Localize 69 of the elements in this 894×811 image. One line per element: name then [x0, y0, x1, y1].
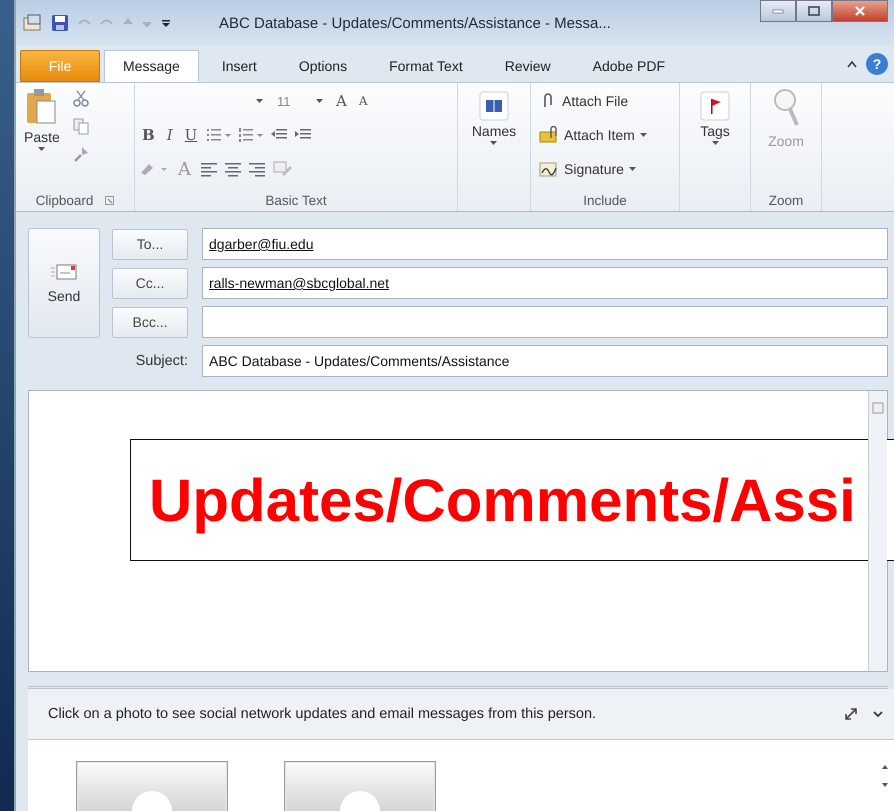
include-button[interactable]: Signature	[535, 155, 640, 183]
minimize-icon	[772, 8, 784, 14]
paste-button[interactable]: Paste	[20, 87, 64, 151]
recipient-field[interactable]: dgarber@fiu.edu	[202, 228, 888, 260]
align-right-icon[interactable]	[248, 161, 266, 177]
close-button[interactable]	[832, 0, 888, 22]
maximize-button[interactable]	[796, 0, 832, 22]
bullets-icon[interactable]	[206, 127, 232, 143]
caret-icon	[640, 133, 647, 137]
help-button[interactable]: ?	[866, 53, 888, 75]
bold-button[interactable]: B	[139, 126, 158, 144]
numbering-icon[interactable]	[238, 127, 264, 143]
collapse-ribbon-icon[interactable]	[846, 59, 858, 69]
align-center-icon[interactable]	[224, 161, 242, 177]
include-button[interactable]: Attach File	[535, 87, 632, 115]
expand-icon[interactable]	[844, 707, 858, 721]
shrink-font-button[interactable]: A	[356, 94, 371, 108]
caret-icon	[316, 99, 323, 103]
caret-icon	[256, 99, 263, 103]
underline-button[interactable]: U	[182, 126, 200, 144]
scrollbar[interactable]	[868, 391, 887, 671]
scroll-button-icon[interactable]	[871, 401, 885, 415]
styles-icon[interactable]	[272, 160, 294, 178]
align-left-icon[interactable]	[200, 161, 218, 177]
group-label: Zoom	[768, 192, 804, 208]
ribbon-tab[interactable]: Review	[486, 50, 570, 82]
signature-icon	[539, 160, 559, 178]
italic-button[interactable]: I	[164, 126, 176, 144]
tags-button[interactable]: Tags	[696, 91, 734, 145]
cut-icon[interactable]	[72, 89, 90, 107]
caret-icon	[490, 141, 498, 145]
minimize-button[interactable]	[760, 0, 796, 22]
recipient-field[interactable]	[202, 306, 888, 338]
address-button[interactable]: Cc...	[112, 268, 188, 298]
caption-text: Updates/Comments/Assi	[149, 466, 856, 534]
include-button[interactable]: Attach Item	[535, 121, 651, 149]
grow-font-button[interactable]: A	[333, 92, 350, 110]
people-pane-message: Click on a photo to see social network updates and email messages from this person.	[48, 706, 596, 722]
ribbon-tab[interactable]: Insert	[202, 50, 276, 82]
ribbon-tab[interactable]: Format Text	[370, 50, 482, 82]
caret-icon	[38, 147, 46, 151]
maximize-icon	[808, 6, 820, 16]
save-icon[interactable]	[51, 14, 69, 32]
ribbon-tab[interactable]: Options	[280, 50, 366, 82]
caret-icon	[628, 167, 636, 171]
caret-icon	[712, 141, 718, 145]
envelope-clip-icon	[539, 126, 559, 144]
address-button[interactable]: To...	[112, 228, 188, 260]
ribbon-tab[interactable]: Adobe PDF	[574, 50, 684, 82]
envelope-icon	[51, 262, 77, 282]
names-button[interactable]: Names	[468, 91, 520, 145]
address-button[interactable]: Bcc...	[112, 306, 188, 338]
address-book-icon	[478, 91, 509, 121]
group-label: Basic Text	[265, 192, 327, 208]
highlight-icon[interactable]	[139, 161, 169, 177]
chevron-down-icon[interactable]	[872, 709, 884, 719]
flag-icon	[700, 91, 730, 121]
dialog-launcher-icon[interactable]	[105, 196, 114, 204]
close-icon	[854, 6, 866, 16]
recipient-field[interactable]: ralls-newman@sbcglobal.net	[202, 267, 888, 299]
group-label: Clipboard	[36, 192, 94, 208]
window-title: ABC Database - Updates/Comments/Assistance - Messa...	[219, 14, 611, 32]
subject-label: Subject:	[134, 353, 188, 369]
format-painter-icon[interactable]	[72, 145, 90, 163]
group-label: Include	[583, 192, 627, 208]
send-button[interactable]: Send	[28, 228, 100, 338]
copy-icon[interactable]	[72, 117, 90, 135]
subject-field[interactable]: ABC Database - Updates/Comments/Assistance	[202, 345, 888, 377]
ribbon-tab[interactable]: Message	[104, 50, 199, 82]
